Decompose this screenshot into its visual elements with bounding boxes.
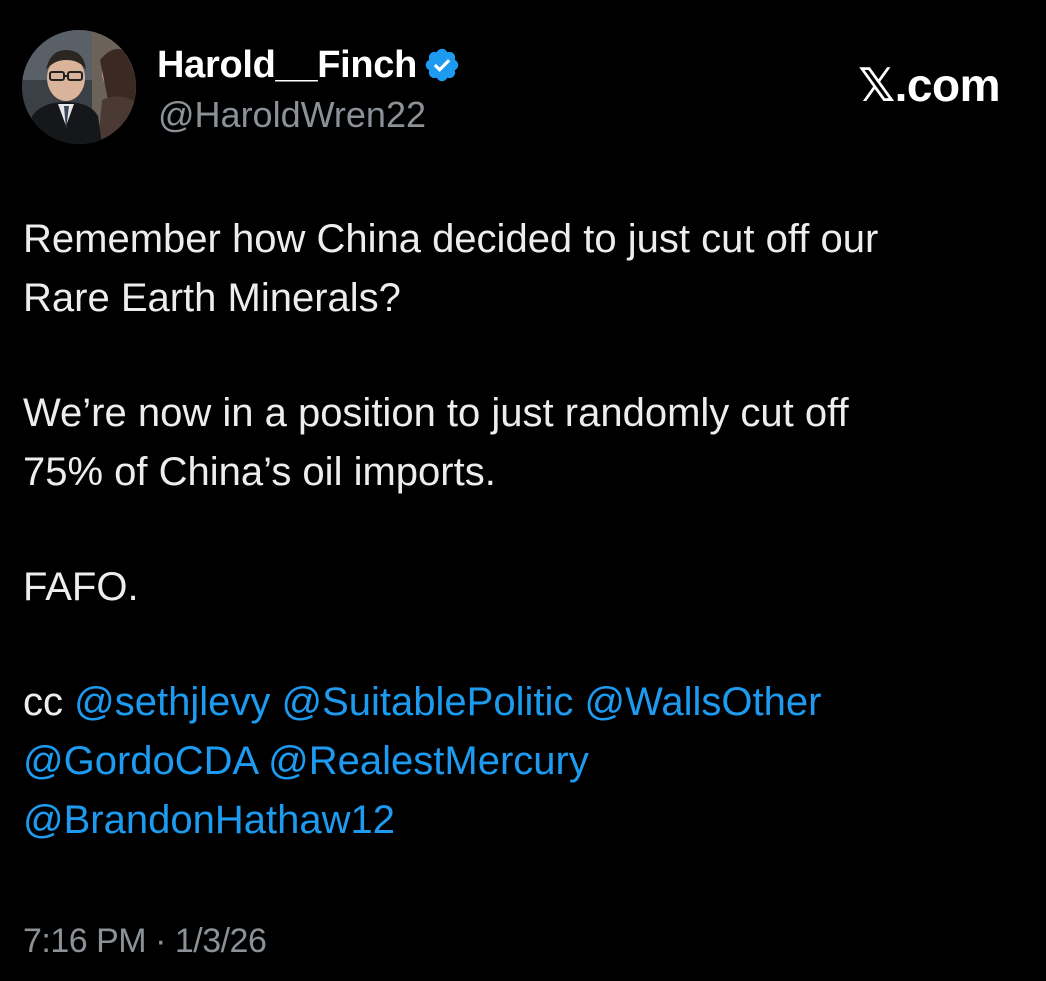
tweet-cc-paragraph: cc @sethjlevy @SuitablePolitic @WallsOth… <box>23 673 1023 850</box>
mention-link[interactable]: @sethjlevy <box>74 680 270 724</box>
tweet-paragraph-2: We’re now in a position to just randomly… <box>23 391 849 494</box>
author-name-row: Harold__Finch <box>157 43 461 87</box>
author-display-name[interactable]: Harold__Finch <box>157 44 417 87</box>
mention-link[interactable]: @GordoCDA <box>23 739 257 783</box>
x-com-watermark: 𝕏.com <box>858 58 1000 112</box>
tweet-paragraph-3: FAFO. <box>23 565 139 609</box>
x-com-suffix: .com <box>894 59 1001 111</box>
profile-photo-icon <box>22 30 136 144</box>
mention-link[interactable]: @BrandonHathaw12 <box>23 798 395 842</box>
mention-link[interactable]: @WallsOther <box>584 680 821 724</box>
x-logo-icon: 𝕏 <box>858 58 895 112</box>
verified-badge-icon <box>423 46 461 84</box>
avatar[interactable] <box>22 30 136 144</box>
tweet-card: Harold__Finch @HaroldWren22 𝕏.com Rememb… <box>0 0 1046 981</box>
tweet-timestamp[interactable]: 7:16 PM · 1/3/26 <box>23 922 267 961</box>
mention-link[interactable]: @SuitablePolitic <box>281 680 573 724</box>
tweet-body: Remember how China decided to just cut o… <box>23 210 1023 906</box>
cc-prefix: cc <box>23 680 75 724</box>
mention-link[interactable]: @RealestMercury <box>268 739 589 783</box>
tweet-paragraph-1: Remember how China decided to just cut o… <box>23 217 879 320</box>
author-handle[interactable]: @HaroldWren22 <box>158 94 426 136</box>
